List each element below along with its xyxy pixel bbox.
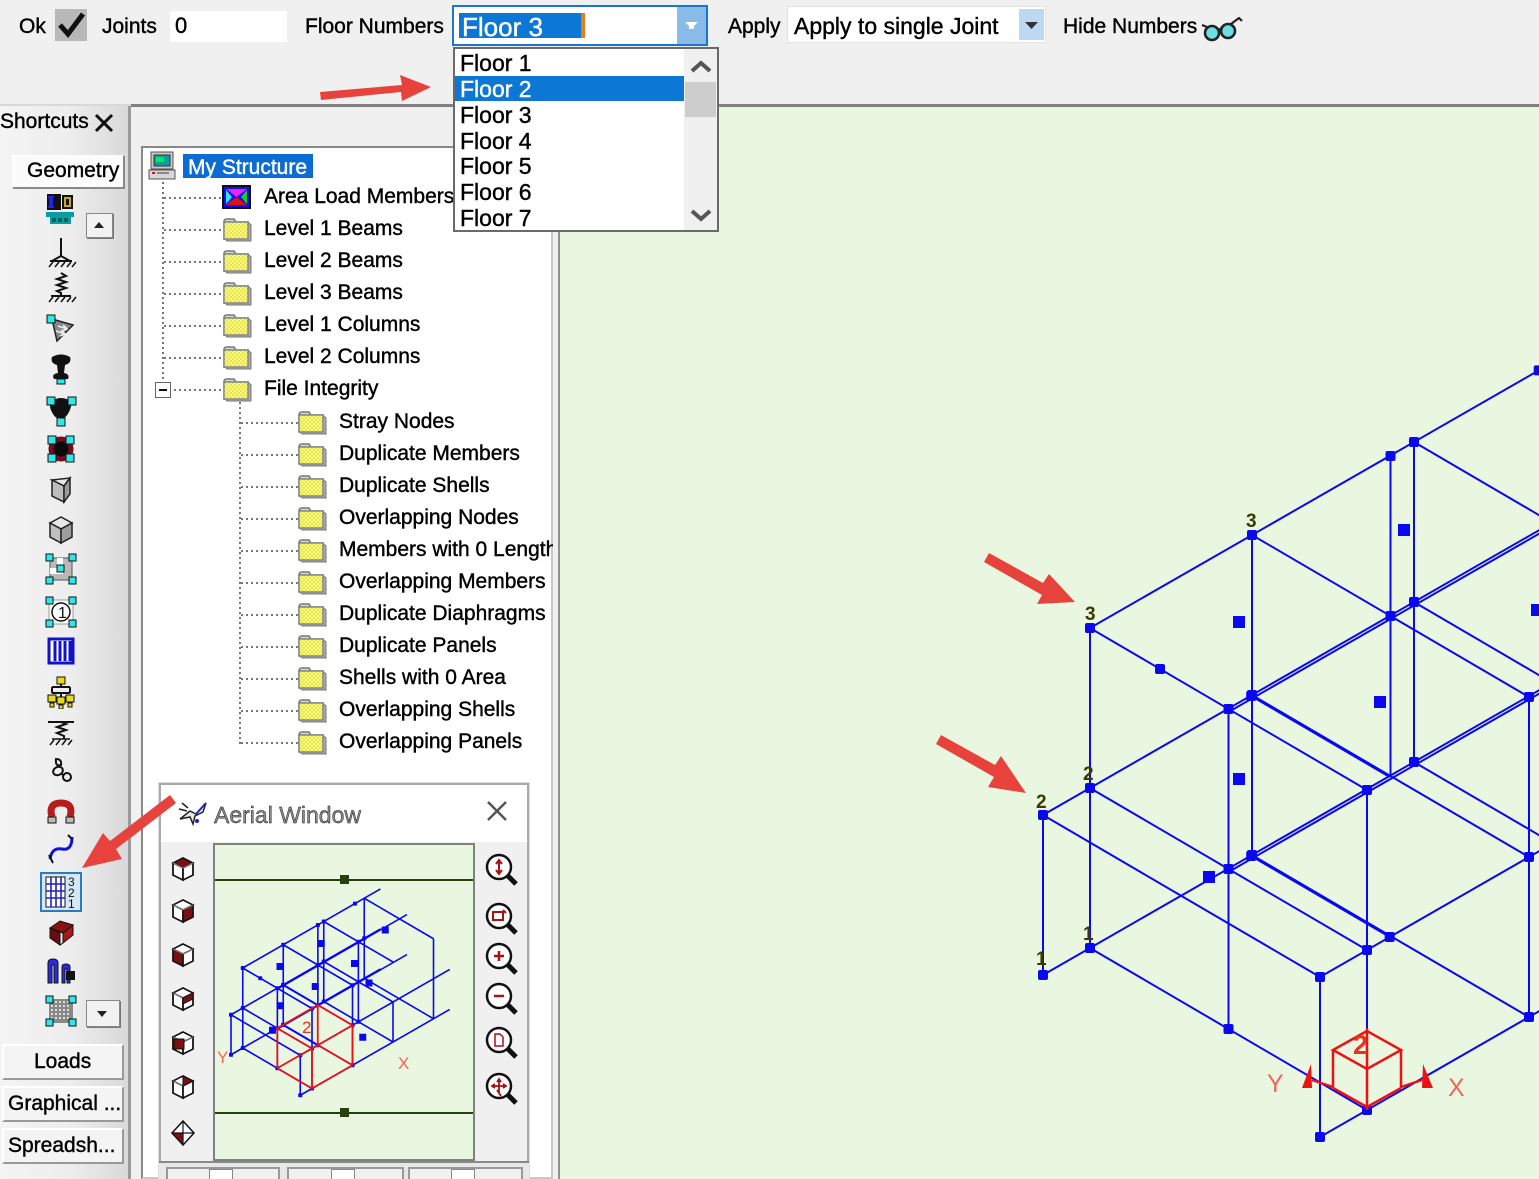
svg-text:2: 2 [302, 1018, 311, 1037]
svg-text:X: X [398, 1054, 409, 1073]
svg-text:Y: Y [1267, 1070, 1284, 1098]
svg-text:1: 1 [1083, 924, 1094, 945]
svg-text:3: 3 [1085, 604, 1096, 625]
svg-text:1: 1 [1036, 949, 1047, 970]
svg-text:1: 1 [68, 897, 75, 911]
svg-text:2: 2 [1353, 1030, 1368, 1060]
svg-text:Y: Y [217, 1048, 228, 1067]
svg-text:1: 1 [58, 605, 67, 622]
svg-text:2: 2 [1083, 764, 1094, 785]
svg-text:X: X [1448, 1074, 1465, 1102]
svg-text:3: 3 [1246, 511, 1257, 532]
svg-text:2: 2 [1036, 792, 1047, 813]
